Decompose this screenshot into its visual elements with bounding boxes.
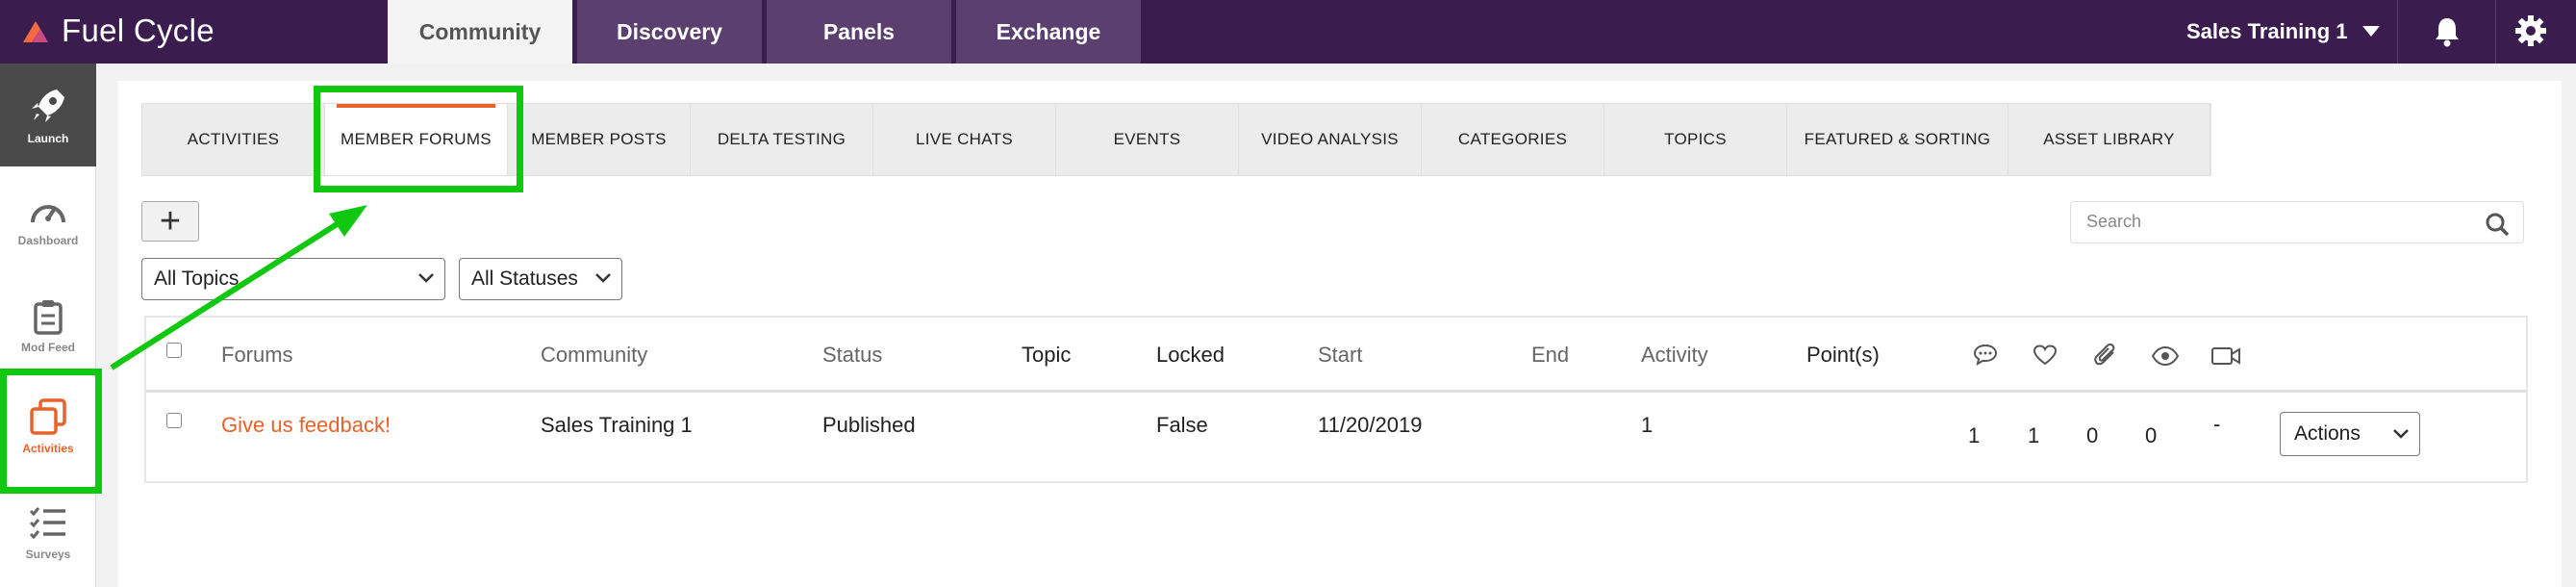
actions-dropdown[interactable]: Actions: [2280, 412, 2420, 456]
status-filter-value: All Statuses: [471, 268, 578, 290]
plus-icon: +: [159, 201, 182, 242]
eye-icon: [2151, 346, 2180, 366]
subtab-video-analysis[interactable]: VIDEO ANALYSIS: [1239, 104, 1422, 175]
column-header-activity[interactable]: Activity: [1641, 343, 1708, 368]
cell-views-count: 0: [2145, 423, 2158, 447]
subtab-live-chats[interactable]: LIVE CHATS: [873, 104, 1056, 175]
comment-icon: [1973, 344, 1998, 367]
column-header-points[interactable]: Point(s): [1806, 343, 1880, 368]
sidebar-item-dashboard[interactable]: Dashboard: [0, 195, 96, 247]
checklist-icon: [29, 507, 65, 540]
chevron-down-icon: [595, 273, 611, 283]
subtab-label: DELTA TESTING: [717, 130, 846, 148]
subtab-label: ACTIVITIES: [187, 130, 280, 148]
sidebar-item-surveys[interactable]: Surveys: [0, 505, 96, 561]
sidebar-item-label: Dashboard: [17, 234, 79, 247]
subtab-label: TOPICS: [1664, 130, 1727, 148]
cell-comments-count: 1: [1968, 423, 1981, 447]
heart-icon: [2033, 345, 2058, 366]
column-header-start[interactable]: Start: [1318, 343, 1362, 368]
subtab-label: CATEGORIES: [1457, 130, 1568, 148]
tab-exchange[interactable]: Exchange: [956, 0, 1141, 64]
gear-icon[interactable]: [2513, 13, 2548, 48]
top-navigation-bar: Fuel Cycle Community Discovery Panels Ex…: [0, 0, 2576, 64]
status-filter-select[interactable]: All Statuses: [459, 258, 622, 300]
cell-activity: 1: [1641, 413, 1654, 437]
rocket-icon: [32, 89, 64, 122]
cell-likes-count: 1: [2028, 423, 2040, 447]
add-button[interactable]: +: [141, 201, 199, 242]
nav-divider: [2397, 0, 2398, 64]
bell-icon[interactable]: [2433, 15, 2462, 48]
subtab-member-posts[interactable]: MEMBER POSTS: [508, 104, 691, 175]
fuel-cycle-logo-icon: [23, 21, 48, 42]
subtab-label: MEMBER POSTS: [531, 130, 667, 148]
column-header-locked[interactable]: Locked: [1156, 343, 1225, 368]
tab-panels[interactable]: Panels: [767, 0, 951, 64]
gauge-icon: [31, 205, 65, 223]
tab-panels-label: Panels: [822, 18, 896, 44]
column-header-end[interactable]: End: [1531, 343, 1569, 368]
topic-filter-value: All Topics: [154, 268, 240, 290]
subtab-featured-sorting[interactable]: FEATURED & SORTING: [1787, 104, 2008, 175]
cell-start: 11/20/2019: [1318, 413, 1423, 437]
cell-status: Published: [822, 413, 916, 437]
chevron-down-icon: [2393, 429, 2409, 439]
brand-logo[interactable]: Fuel Cycle: [19, 12, 215, 50]
tab-community-label: Community: [418, 18, 542, 44]
highlight-box-activities: [0, 369, 102, 494]
account-name: Sales Training 1: [2186, 19, 2348, 43]
tab-community[interactable]: Community: [388, 0, 572, 64]
left-sidebar: Launch Dashboard Mod Feed Activities Sur…: [0, 64, 96, 587]
account-caret-icon[interactable]: [2362, 26, 2380, 37]
forum-title-link[interactable]: Give us feedback!: [221, 413, 391, 438]
subtab-activities[interactable]: ACTIVITIES: [142, 104, 325, 175]
column-header-community[interactable]: Community: [541, 343, 647, 368]
table-header: Forums Community Status Topic Locked Sta…: [146, 318, 2526, 393]
tab-discovery-label: Discovery: [617, 18, 722, 44]
tab-exchange-label: Exchange: [996, 18, 1101, 44]
cell-video: -: [2213, 412, 2221, 436]
subtab-topics[interactable]: TOPICS: [1604, 104, 1787, 175]
account-switcher[interactable]: Sales Training 1: [2186, 0, 2348, 64]
clipboard-icon: [34, 300, 63, 335]
sidebar-item-label: Mod Feed: [21, 341, 75, 354]
sidebar-item-launch[interactable]: Launch: [0, 64, 96, 166]
subtab-asset-library[interactable]: ASSET LIBRARY: [2008, 104, 2210, 175]
search-field[interactable]: [2070, 201, 2524, 243]
subtab-label: LIVE CHATS: [916, 130, 1013, 148]
subtab-events[interactable]: EVENTS: [1056, 104, 1239, 175]
paperclip-icon: [2094, 343, 2115, 366]
subtab-categories[interactable]: CATEGORIES: [1422, 104, 1604, 175]
cell-attachments-count: 0: [2086, 423, 2099, 447]
cell-locked: False: [1156, 413, 1208, 437]
search-icon[interactable]: [2485, 212, 2510, 237]
column-header-forums[interactable]: Forums: [221, 343, 293, 368]
row-checkbox[interactable]: [166, 413, 182, 428]
actions-label: Actions: [2294, 422, 2361, 445]
column-header-topic[interactable]: Topic: [1022, 343, 1071, 368]
chevron-down-icon: [418, 273, 434, 283]
subtab-delta-testing[interactable]: DELTA TESTING: [691, 104, 873, 175]
sidebar-item-label: Surveys: [25, 548, 71, 561]
sidebar-item-label: Launch: [27, 131, 69, 145]
subtab-label: FEATURED & SORTING: [1804, 130, 1991, 148]
column-header-status[interactable]: Status: [822, 343, 882, 368]
search-input[interactable]: [2086, 212, 2471, 232]
video-icon: [2211, 347, 2240, 365]
nav-divider: [2495, 0, 2496, 64]
highlight-box-member-forums: [314, 86, 523, 192]
topic-filter-select[interactable]: All Topics: [141, 258, 445, 300]
forums-table: Forums Community Status Topic Locked Sta…: [144, 316, 2528, 483]
subtab-label: VIDEO ANALYSIS: [1261, 130, 1399, 148]
sidebar-item-mod-feed[interactable]: Mod Feed: [0, 298, 96, 354]
tab-discovery[interactable]: Discovery: [577, 0, 762, 64]
select-all-checkbox[interactable]: [166, 343, 182, 358]
subtab-label: EVENTS: [1113, 130, 1181, 148]
subtab-label: ASSET LIBRARY: [2043, 130, 2175, 148]
cell-community: Sales Training 1: [541, 413, 693, 437]
brand-name: Fuel Cycle: [62, 13, 215, 48]
